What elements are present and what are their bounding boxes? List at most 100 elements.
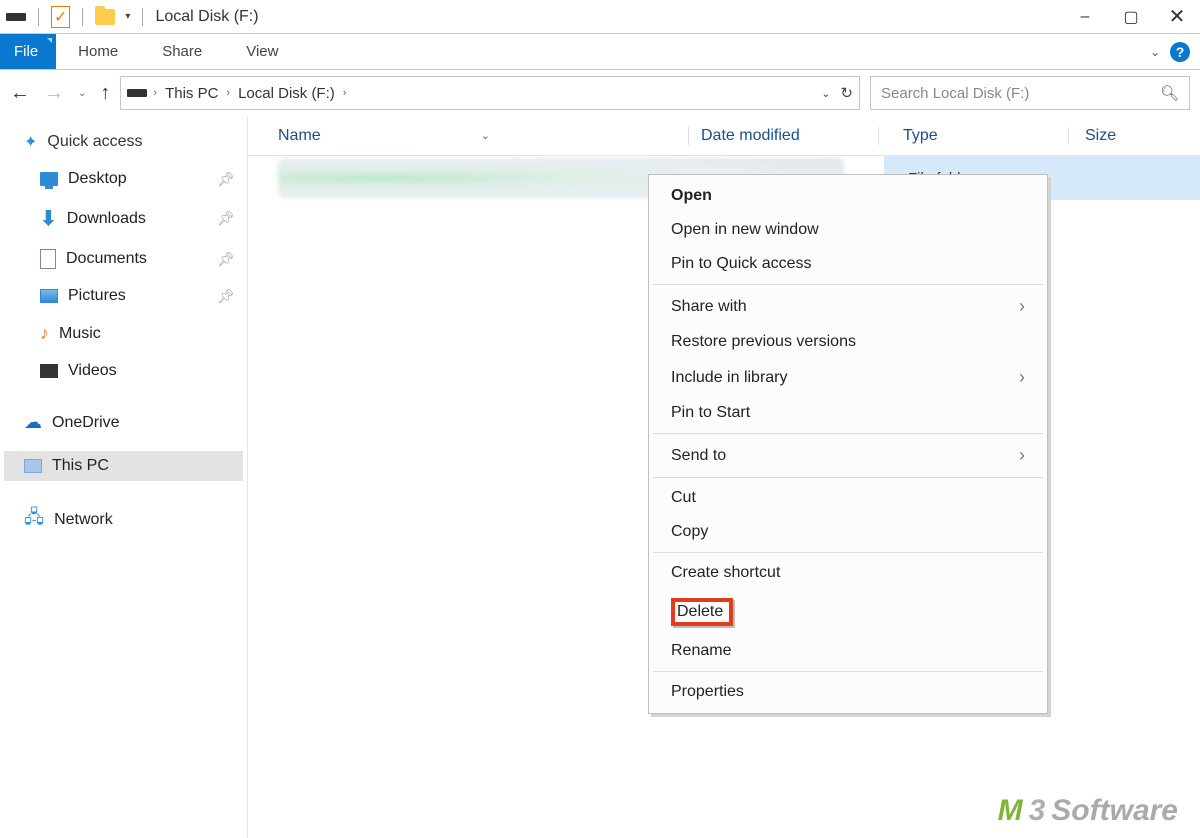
watermark-logo: M3 Software [998,794,1178,828]
folder-icon [95,9,115,25]
menu-separator [653,477,1043,478]
chevron-right-icon: › [1019,296,1025,317]
menu-rename[interactable]: Rename [649,634,1047,668]
tab-view[interactable]: View [224,34,300,69]
separator [82,8,83,26]
sidebar-item-documents[interactable]: Documents 📌︎ [4,243,243,275]
forward-button[interactable]: → [44,82,64,105]
menu-separator [653,671,1043,672]
videos-icon [40,364,58,378]
column-type-label: Type [903,127,938,144]
logo-m: M [998,794,1023,828]
column-size-label: Size [1085,127,1116,144]
logo-3: 3 [1029,794,1046,828]
menu-separator [653,433,1043,434]
menu-pin-quick-access[interactable]: Pin to Quick access [649,247,1047,281]
chevron-right-icon[interactable]: › [226,87,230,99]
menu-properties[interactable]: Properties [649,675,1047,709]
title-bar: ✓ ▾ Local Disk (F:) – ▢ ✕ [0,0,1200,34]
menu-share-with[interactable]: Share with › [649,288,1047,325]
breadcrumb-segment[interactable]: This PC [163,85,220,102]
menu-cut[interactable]: Cut [649,481,1047,515]
qat-dropdown-icon[interactable]: ▾ [125,11,130,22]
menu-pin-start[interactable]: Pin to Start [649,396,1047,430]
chevron-right-icon[interactable]: › [153,87,157,99]
sidebar-item-pictures[interactable]: Pictures 📌︎ [4,281,243,311]
sidebar-item-downloads[interactable]: ⬇ Downloads 📌︎ [4,200,243,237]
menu-include-library[interactable]: Include in library› [649,359,1047,396]
sidebar-network[interactable]: 🖧 Network [4,499,243,541]
sidebar-quick-access[interactable]: ✦ Quick access [4,126,243,158]
menu-open[interactable]: Open [649,179,1047,213]
chevron-right-icon[interactable]: › [343,87,347,99]
menu-delete[interactable]: Delete [649,590,1047,634]
up-button[interactable]: ↑ [100,82,110,105]
navigation-pane: ✦ Quick access Desktop 📌︎ ⬇ Downloads 📌︎… [0,116,248,838]
back-button[interactable]: ← [10,82,30,105]
sidebar-item-label: Downloads [67,210,146,228]
ribbon-collapse-icon[interactable]: ⌄ [1150,45,1160,59]
sidebar-this-pc[interactable]: This PC [4,451,243,481]
file-menu-button[interactable]: File [0,34,56,69]
music-icon: ♪ [40,323,49,344]
sidebar-item-label: Documents [66,250,147,268]
maximize-button[interactable]: ▢ [1108,0,1154,34]
column-date-label: Date modified [701,127,800,144]
file-list-pane: Name ⌄ Date modified Type Size File fold… [248,116,1200,838]
desktop-icon [40,172,58,186]
pin-icon: 📌︎ [217,288,235,305]
breadcrumb-segment[interactable]: Local Disk (F:) [236,85,337,102]
address-dropdown-icon[interactable]: ⌄ [821,87,830,100]
close-button[interactable]: ✕ [1154,0,1200,34]
qat-icons: ✓ ▾ [0,6,147,28]
pin-icon: 📌︎ [217,171,235,188]
sidebar-item-desktop[interactable]: Desktop 📌︎ [4,164,243,194]
context-menu: Open Open in new window Pin to Quick acc… [648,174,1048,714]
star-icon: ✦ [24,132,37,152]
menu-separator [653,284,1043,285]
refresh-icon[interactable]: ↻ [840,84,853,102]
recent-dropdown-icon[interactable]: ⌄ [78,88,86,99]
menu-separator [653,552,1043,553]
sort-indicator-icon: ⌄ [481,129,490,142]
tab-share[interactable]: Share [140,34,224,69]
column-name-label: Name [278,127,321,145]
menu-open-new-window[interactable]: Open in new window [649,213,1047,247]
column-size[interactable]: Size [1068,127,1200,145]
tab-home[interactable]: Home [56,34,140,69]
column-name[interactable]: Name ⌄ [278,127,688,145]
logo-software: Software [1051,794,1178,828]
menu-send-to[interactable]: Send to› [649,437,1047,474]
sidebar-onedrive[interactable]: ☁ OneDrive [4,406,243,439]
menu-share-with-label: Share with [671,298,747,316]
sidebar-item-label: Videos [68,362,117,380]
downloads-icon: ⬇ [40,206,57,231]
indicator-icon [47,38,52,43]
address-bar[interactable]: › This PC › Local Disk (F:) › ⌄ ↻ [120,76,860,110]
network-label: Network [54,511,113,529]
minimize-button[interactable]: – [1062,0,1108,34]
separator [142,8,143,26]
search-input[interactable]: Search Local Disk (F:) 🔍︎ [870,76,1190,110]
quick-access-label: Quick access [47,133,142,151]
sidebar-item-music[interactable]: ♪ Music [4,317,243,350]
menu-create-shortcut[interactable]: Create shortcut [649,556,1047,590]
menu-copy[interactable]: Copy [649,515,1047,549]
sidebar-item-videos[interactable]: Videos [4,356,243,386]
network-icon: 🖧 [24,505,44,535]
menu-restore-versions[interactable]: Restore previous versions [649,325,1047,359]
menu-send-to-label: Send to [671,447,726,465]
properties-qat-icon[interactable]: ✓ [51,6,70,28]
column-type[interactable]: Type [878,127,1068,145]
pc-icon [24,459,42,473]
sidebar-item-label: Pictures [68,287,126,305]
onedrive-label: OneDrive [52,414,120,432]
menu-delete-label: Delete [671,598,733,626]
menu-include-library-label: Include in library [671,369,788,387]
file-menu-label: File [14,43,38,60]
column-date[interactable]: Date modified [688,127,878,145]
sidebar-item-label: Music [59,325,101,343]
help-icon[interactable]: ? [1170,42,1190,62]
search-icon[interactable]: 🔍︎ [1160,84,1179,102]
cloud-icon: ☁ [24,412,42,433]
